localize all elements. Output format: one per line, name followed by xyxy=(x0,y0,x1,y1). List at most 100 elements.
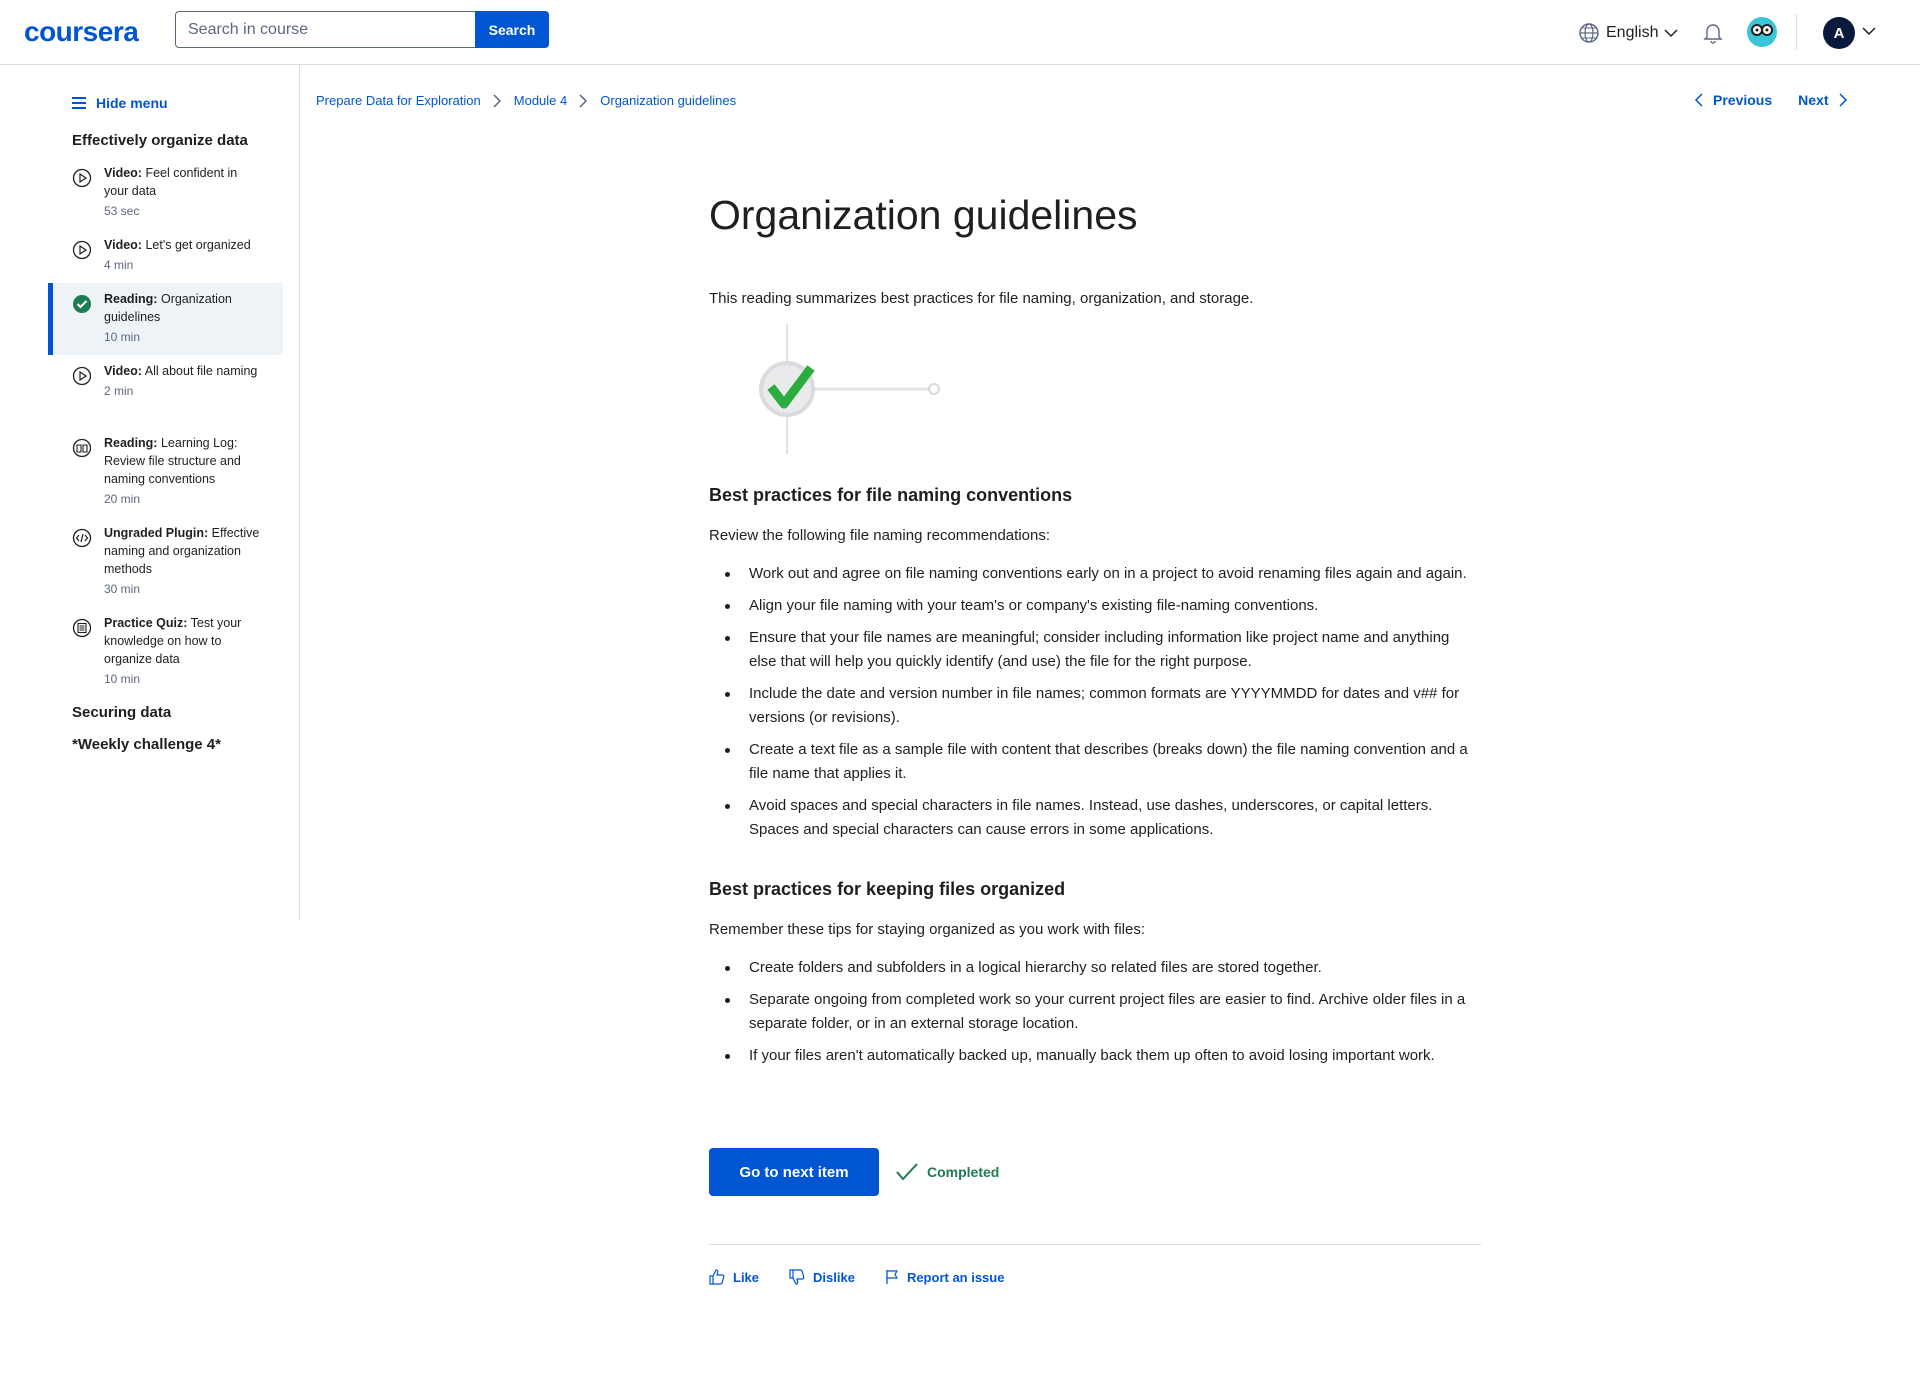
list-item: Include the date and version number in f… xyxy=(709,682,1481,730)
completed-status: Completed xyxy=(895,1162,999,1182)
hamburger-icon xyxy=(72,97,86,109)
sidebar-item-video[interactable]: Video: Let's get organized 4 min xyxy=(48,236,283,274)
globe-icon xyxy=(1579,23,1599,43)
sidebar-item-text: Reading: Organization guidelines 10 min xyxy=(104,290,264,355)
item-duration: 53 sec xyxy=(104,204,140,218)
list-item: Avoid spaces and special characters in f… xyxy=(709,794,1481,842)
language-label: English xyxy=(1606,24,1659,41)
content-divider xyxy=(709,1244,1481,1245)
course-sidebar: Hide menu Effectively organize data Vide… xyxy=(0,65,300,920)
coach-assistant-icon[interactable] xyxy=(1747,17,1777,47)
section-weekly-challenge[interactable]: *Weekly challenge 4* xyxy=(72,736,221,753)
previous-label: Previous xyxy=(1713,92,1773,108)
list-item: Align your file naming with your team's … xyxy=(709,594,1481,618)
breadcrumb-course[interactable]: Prepare Data for Exploration xyxy=(316,93,481,108)
thumbs-up-icon xyxy=(709,1269,725,1285)
previous-button[interactable]: Previous xyxy=(1694,92,1772,108)
hide-menu-button[interactable]: Hide menu xyxy=(72,95,168,111)
item-duration: 4 min xyxy=(104,258,134,272)
dislike-label: Dislike xyxy=(813,1269,855,1285)
language-selector[interactable]: English xyxy=(1578,22,1679,44)
section-securing-data[interactable]: Securing data xyxy=(72,704,171,721)
item-duration: 20 min xyxy=(104,492,141,506)
sidebar-item-reading-active[interactable]: Reading: Organization guidelines 10 min xyxy=(48,283,283,355)
item-duration: 2 min xyxy=(104,384,134,398)
item-type: Ungraded Plugin: xyxy=(104,526,209,540)
item-type: Reading: xyxy=(104,436,158,450)
flag-icon xyxy=(886,1270,898,1284)
chevron-right-icon xyxy=(1838,93,1847,107)
sidebar-item-text: Reading: Learning Log: Review file struc… xyxy=(104,434,264,508)
section1-lead: Review the following file naming recomme… xyxy=(709,527,1051,544)
chevron-down-icon xyxy=(1664,29,1679,38)
section2-heading: Best practices for keeping files organiz… xyxy=(709,879,1066,899)
sidebar-item-text: Practice Quiz: Test your knowledge on ho… xyxy=(104,614,264,688)
play-circle-icon xyxy=(72,240,92,260)
checkmark-icon xyxy=(896,1163,918,1181)
list-item: Create a text file as a sample file with… xyxy=(709,738,1481,786)
sidebar-item-quiz[interactable]: Practice Quiz: Test your knowledge on ho… xyxy=(48,614,283,688)
notifications-button[interactable] xyxy=(1703,22,1723,49)
breadcrumb: Prepare Data for Exploration Module 4 Or… xyxy=(316,93,736,108)
thumbs-down-icon xyxy=(789,1269,805,1285)
sidebar-item-video[interactable]: Video: Feel confident in your data 53 se… xyxy=(48,164,283,220)
next-button[interactable]: Next xyxy=(1798,92,1847,108)
list-item: Create folders and subfolders in a logic… xyxy=(709,956,1481,980)
search-input[interactable] xyxy=(175,11,475,48)
sidebar-item-plugin[interactable]: Ungraded Plugin: Effective naming and or… xyxy=(48,524,283,598)
intro-paragraph: This reading summarizes best practices f… xyxy=(709,290,1254,307)
item-duration: 10 min xyxy=(104,330,141,344)
completion-actions: Go to next item Completed xyxy=(709,1148,999,1196)
section2-list: Create folders and subfolders in a logic… xyxy=(709,956,1481,1068)
chevron-left-icon xyxy=(1694,93,1703,107)
bell-icon xyxy=(1703,24,1723,44)
list-item: If your files aren't automatically backe… xyxy=(709,1044,1481,1068)
feedback-bar: Like Dislike Report an issue xyxy=(709,1269,1004,1285)
item-duration: 10 min xyxy=(104,672,141,686)
item-duration: 30 min xyxy=(104,582,141,596)
sidebar-item-text: Video: All about file naming 2 min xyxy=(104,362,264,400)
section1-list: Work out and agree on file naming conven… xyxy=(709,562,1481,842)
item-type: Video: xyxy=(104,364,142,378)
avatar[interactable]: A xyxy=(1823,17,1855,49)
completed-label: Completed xyxy=(927,1164,1000,1180)
sidebar-item-text: Ungraded Plugin: Effective naming and or… xyxy=(104,524,264,598)
sidebar-item-video[interactable]: Video: All about file naming 2 min xyxy=(48,362,283,400)
hide-menu-label: Hide menu xyxy=(96,95,168,111)
item-title: All about file naming xyxy=(144,364,258,378)
sidebar-item-reading[interactable]: Reading: Learning Log: Review file struc… xyxy=(48,434,283,508)
like-label: Like xyxy=(733,1269,760,1285)
sidebar-item-text: Video: Let's get organized 4 min xyxy=(104,236,264,274)
item-type: Video: xyxy=(104,238,142,252)
play-circle-icon xyxy=(72,168,92,188)
item-type: Practice Quiz: xyxy=(104,616,188,630)
like-button[interactable]: Like xyxy=(709,1269,759,1285)
dislike-button[interactable]: Dislike xyxy=(789,1269,855,1285)
item-type: Video: xyxy=(104,166,142,180)
go-to-next-item-button[interactable]: Go to next item xyxy=(709,1148,879,1196)
next-label: Next xyxy=(1798,92,1829,108)
breadcrumb-module[interactable]: Module 4 xyxy=(514,93,567,108)
chevron-down-icon[interactable] xyxy=(1862,26,1876,36)
book-icon xyxy=(72,438,92,458)
search-button[interactable]: Search xyxy=(475,11,549,48)
item-navigation: Previous Next xyxy=(1694,92,1848,108)
code-icon xyxy=(72,528,92,548)
coursera-logo[interactable]: coursera xyxy=(24,16,139,48)
report-label: Report an issue xyxy=(906,1269,1005,1285)
play-circle-icon xyxy=(72,366,92,386)
checkmark-illustration xyxy=(709,324,940,454)
section2-lead: Remember these tips for staying organize… xyxy=(709,921,1146,938)
top-header: coursera Search English A xyxy=(0,0,1920,65)
report-issue-button[interactable]: Report an issue xyxy=(885,1269,1005,1285)
item-type: Reading: xyxy=(104,292,158,306)
chevron-right-icon xyxy=(493,93,501,108)
reading-content: Organization guidelines This reading sum… xyxy=(709,185,1481,1076)
item-title: Let's get organized xyxy=(145,238,251,252)
chevron-right-icon xyxy=(579,93,588,108)
section-title[interactable]: Effectively organize data xyxy=(72,132,248,149)
breadcrumb-current[interactable]: Organization guidelines xyxy=(600,93,736,108)
page-title: Organization guidelines xyxy=(709,192,1138,238)
list-item: Work out and agree on file naming conven… xyxy=(709,562,1481,586)
list-item: Separate ongoing from completed work so … xyxy=(709,988,1481,1036)
